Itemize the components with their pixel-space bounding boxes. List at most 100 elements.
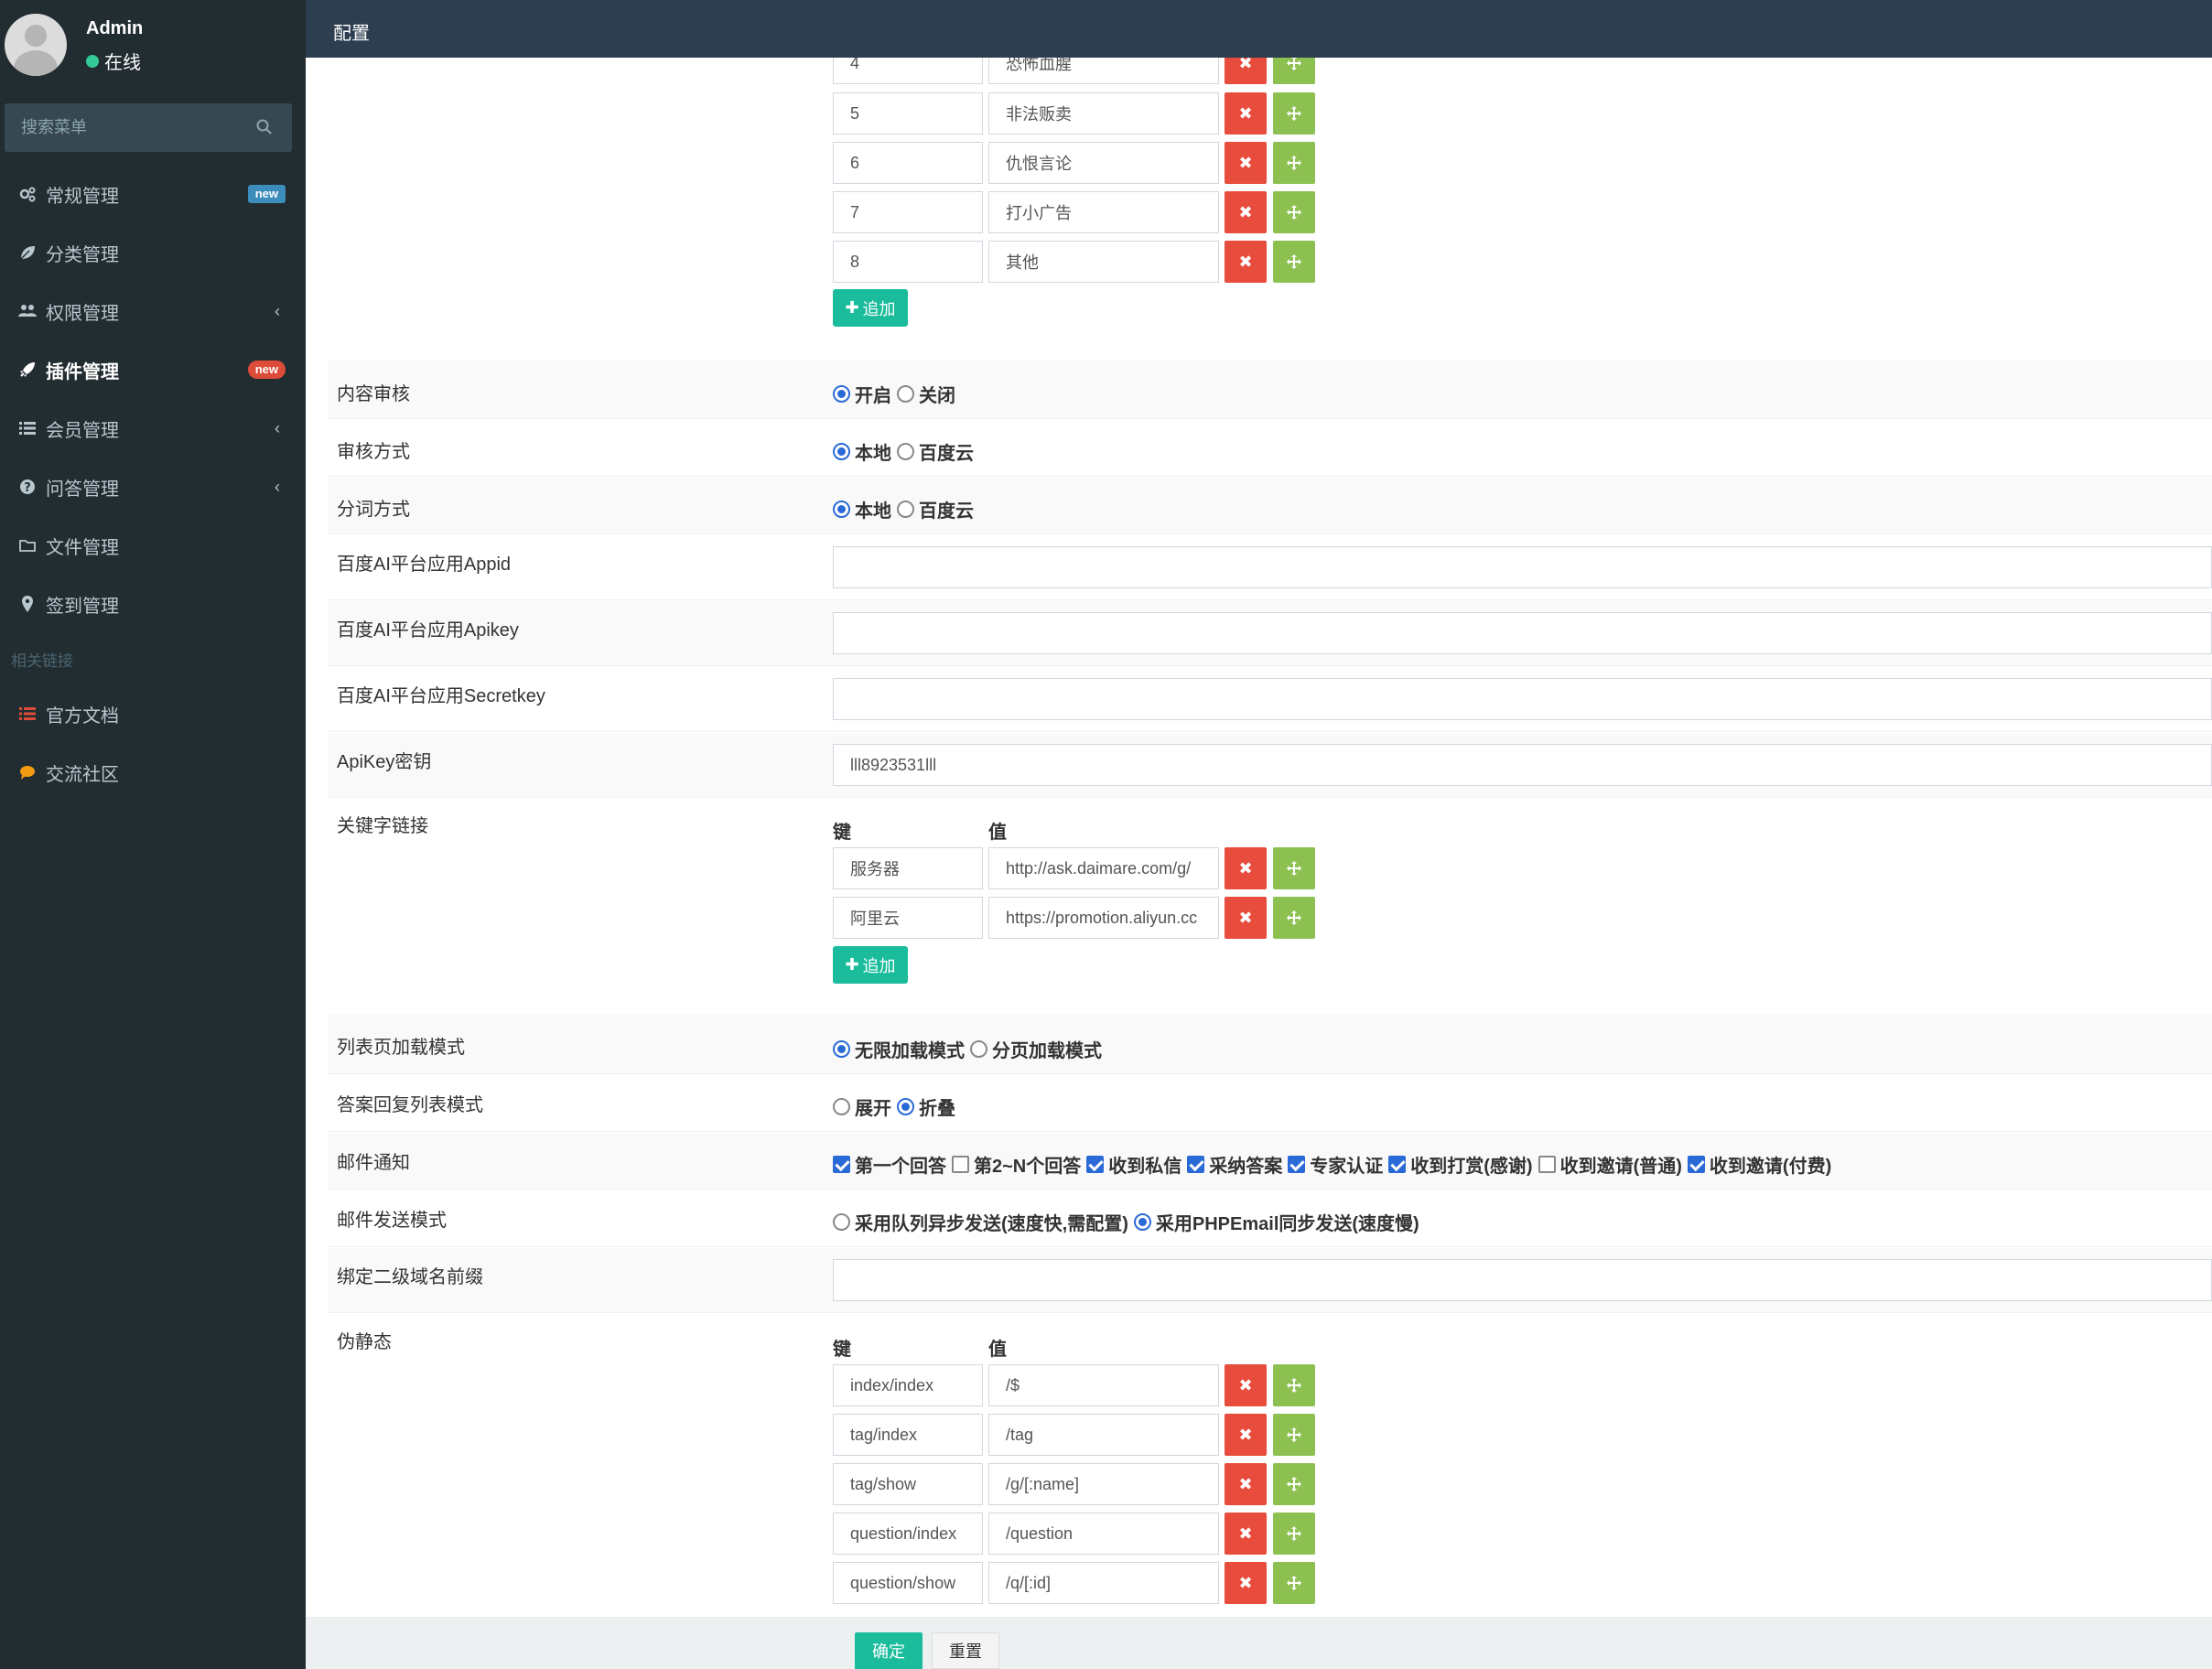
reset-button[interactable]: 重置 — [932, 1632, 999, 1669]
value-input[interactable]: /question — [988, 1513, 1219, 1555]
key-input[interactable]: tag/index — [833, 1414, 983, 1456]
drag-row-handle[interactable] — [1273, 847, 1315, 889]
drag-row-handle[interactable] — [1273, 1414, 1315, 1456]
radio-option[interactable]: 百度云 — [897, 438, 974, 465]
delete-row-button[interactable]: ✖ — [1225, 1513, 1267, 1555]
value-input[interactable]: /tag — [988, 1414, 1219, 1456]
drag-row-handle[interactable] — [1273, 142, 1315, 184]
value-input[interactable]: 打小广告 — [988, 191, 1219, 233]
sidebar-item-files[interactable]: 文件管理 — [0, 516, 306, 575]
sidebar-item-qa[interactable]: ? 问答管理 ‹ — [0, 458, 306, 516]
submit-button[interactable]: 确定 — [855, 1632, 923, 1669]
move-icon — [1287, 254, 1301, 269]
key-input[interactable]: 4 — [833, 58, 983, 84]
radio-option[interactable]: 分页加载模式 — [970, 1036, 1102, 1062]
delete-row-button[interactable]: ✖ — [1225, 92, 1267, 135]
sidebar-item-member[interactable]: 会员管理 ‹ — [0, 399, 306, 458]
delete-row-button[interactable]: ✖ — [1225, 1562, 1267, 1604]
subdomain-prefix-input[interactable] — [833, 1259, 2212, 1301]
key-input[interactable]: 7 — [833, 191, 983, 233]
key-input[interactable]: 5 — [833, 92, 983, 135]
delete-row-button[interactable]: ✖ — [1225, 1463, 1267, 1505]
sidebar-item-category[interactable]: 分类管理 — [0, 223, 306, 282]
drag-row-handle[interactable] — [1273, 1463, 1315, 1505]
radio-option[interactable]: 采用队列异步发送(速度快,需配置) — [833, 1209, 1128, 1235]
field-label: 邮件发送模式 — [337, 1211, 447, 1231]
content-review-row: 内容审核 开启 关闭 — [328, 362, 2212, 419]
radio-option[interactable]: 本地 — [833, 438, 891, 465]
value-input[interactable]: /$ — [988, 1364, 1219, 1406]
delete-row-button[interactable]: ✖ — [1225, 897, 1267, 939]
value-input[interactable]: 其他 — [988, 241, 1219, 283]
sidebar-item-general[interactable]: 常规管理 new — [0, 165, 306, 223]
value-input[interactable]: 恐怖血腥 — [988, 58, 1219, 84]
search-icon[interactable] — [255, 118, 274, 136]
sidebar-item-checkin[interactable]: 签到管理 — [0, 575, 306, 633]
drag-row-handle[interactable] — [1273, 191, 1315, 233]
move-icon — [1287, 1378, 1301, 1393]
radio-option[interactable]: 无限加载模式 — [833, 1036, 965, 1062]
radio-option[interactable]: 百度云 — [897, 496, 974, 522]
radio-label: 展开 — [855, 1099, 891, 1119]
rocket-icon — [20, 362, 35, 377]
radio-option[interactable]: 关闭 — [897, 381, 955, 407]
checkbox-option[interactable]: 第2~N个回答 — [952, 1151, 1081, 1178]
checkbox-option[interactable]: 收到私信 — [1086, 1151, 1182, 1178]
add-row-button[interactable]: ✚ 追加 — [833, 946, 908, 984]
delete-row-button[interactable]: ✖ — [1225, 241, 1267, 283]
key-input[interactable]: 8 — [833, 241, 983, 283]
search-input[interactable] — [5, 103, 243, 152]
drag-row-handle[interactable] — [1273, 58, 1315, 84]
delete-row-button[interactable]: ✖ — [1225, 1414, 1267, 1456]
sidebar-menu: 常规管理 new 分类管理 权限管理 ‹ 插件管理 new 会员管理 ‹ ? 问… — [0, 165, 306, 802]
drag-row-handle[interactable] — [1273, 92, 1315, 135]
drag-row-handle[interactable] — [1273, 897, 1315, 939]
drag-row-handle[interactable] — [1273, 241, 1315, 283]
baidu-appid-input[interactable] — [833, 546, 2212, 588]
add-row-button[interactable]: ✚ 追加 — [833, 289, 908, 327]
checkbox-checked-icon — [1187, 1156, 1205, 1173]
checkbox-option[interactable]: 收到打赏(感谢) — [1388, 1151, 1533, 1178]
value-input[interactable]: http://ask.daimare.com/g/ — [988, 847, 1219, 889]
checkbox-option[interactable]: 专家认证 — [1288, 1151, 1383, 1178]
delete-row-button[interactable]: ✖ — [1225, 847, 1267, 889]
sidebar-item-plugin[interactable]: 插件管理 new — [0, 340, 306, 399]
radio-option[interactable]: 本地 — [833, 496, 891, 522]
key-input[interactable]: 阿里云 — [833, 897, 983, 939]
radio-option[interactable]: 展开 — [833, 1093, 891, 1120]
checkbox-option[interactable]: 第一个回答 — [833, 1151, 946, 1178]
sidebar-item-label: 签到管理 — [46, 596, 119, 617]
checkbox-option[interactable]: 采纳答案 — [1187, 1151, 1282, 1178]
value-input[interactable]: /q/[:id] — [988, 1562, 1219, 1604]
drag-row-handle[interactable] — [1273, 1562, 1315, 1604]
checkbox-option[interactable]: 收到邀请(付费) — [1687, 1151, 1831, 1178]
baidu-apikey-input[interactable] — [833, 612, 2212, 654]
baidu-secretkey-input[interactable] — [833, 678, 2212, 720]
drag-row-handle[interactable] — [1273, 1364, 1315, 1406]
sidebar-link-community[interactable]: 交流社区 — [0, 743, 306, 802]
close-icon: ✖ — [1238, 202, 1253, 221]
sidebar-item-permission[interactable]: 权限管理 ‹ — [0, 282, 306, 340]
key-input[interactable]: question/show — [833, 1562, 983, 1604]
value-input[interactable]: 非法贩卖 — [988, 92, 1219, 135]
value-input[interactable]: 仇恨言论 — [988, 142, 1219, 184]
key-input[interactable]: index/index — [833, 1364, 983, 1406]
avatar[interactable] — [5, 14, 67, 76]
radio-option[interactable]: 折叠 — [897, 1093, 955, 1120]
checkbox-option[interactable]: 收到邀请(普通) — [1538, 1151, 1682, 1178]
key-input[interactable]: question/index — [833, 1513, 983, 1555]
apikey-secret-input[interactable]: lll8923531lll — [833, 744, 2212, 786]
delete-row-button[interactable]: ✖ — [1225, 191, 1267, 233]
sidebar-link-docs[interactable]: 官方文档 — [0, 684, 306, 743]
delete-row-button[interactable]: ✖ — [1225, 142, 1267, 184]
value-input[interactable]: /g/[:name] — [988, 1463, 1219, 1505]
radio-option[interactable]: 采用PHPEmail同步发送(速度慢) — [1133, 1209, 1419, 1235]
delete-row-button[interactable]: ✖ — [1225, 58, 1267, 84]
drag-row-handle[interactable] — [1273, 1513, 1315, 1555]
key-input[interactable]: tag/show — [833, 1463, 983, 1505]
key-input[interactable]: 6 — [833, 142, 983, 184]
value-input[interactable]: https://promotion.aliyun.cc — [988, 897, 1219, 939]
radio-option[interactable]: 开启 — [833, 381, 891, 407]
key-input[interactable]: 服务器 — [833, 847, 983, 889]
delete-row-button[interactable]: ✖ — [1225, 1364, 1267, 1406]
